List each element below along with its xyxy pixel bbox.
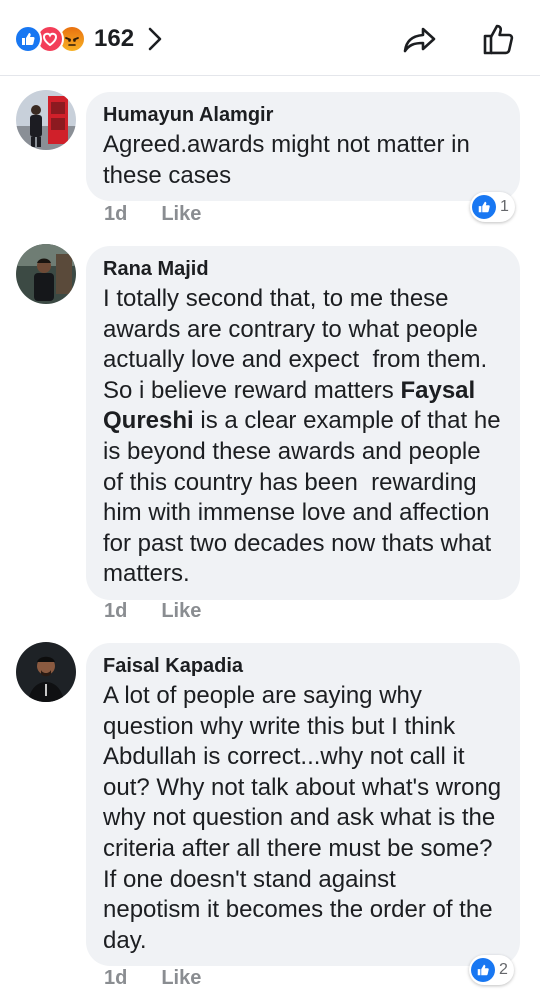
comment-line: him with immense love and affection (103, 499, 490, 527)
mentioned-name[interactable]: Faysal (400, 377, 475, 404)
comment-meta: 1d Like (104, 203, 201, 226)
comment-line: question why write this but I think (103, 712, 456, 740)
comment-meta: 1d Like (104, 600, 201, 623)
post-action-bar: 162 (0, 0, 540, 76)
comment-like-link[interactable]: Like (161, 967, 201, 990)
comment-time[interactable]: 1d (104, 967, 127, 990)
chevron-right-icon (148, 24, 166, 54)
share-button[interactable] (400, 20, 440, 60)
share-icon (403, 27, 436, 53)
comment-text: I totally second that, to me these award… (103, 284, 504, 590)
comment-line: So i believe reward matters Faysal (103, 376, 504, 407)
comment-reaction-badge[interactable]: 1 (470, 192, 515, 222)
comment-line: If one doesn't stand against (103, 865, 396, 893)
avatar[interactable] (16, 642, 76, 702)
comment-author[interactable]: Faisal Kapadia (103, 653, 504, 679)
comment-line: nepotism it becomes the order of the (103, 896, 493, 924)
comment-line: Agreed.awards might not matter in (103, 131, 470, 158)
comment-reaction-badge[interactable]: 2 (469, 955, 514, 985)
comment-bubble: Humayun Alamgir Agreed.awards might not … (86, 92, 520, 202)
mentioned-name[interactable]: Qureshi (103, 407, 194, 434)
avatar[interactable] (16, 244, 76, 304)
comment-reaction-count: 1 (500, 198, 509, 215)
comment-like-link[interactable]: Like (161, 203, 201, 226)
comment-like-link[interactable]: Like (161, 600, 201, 623)
comment-line: actually love and expect from them. (103, 346, 488, 374)
comment-line: I totally second that, to me these (103, 285, 449, 312)
comment-text: Agreed.awards might not matter in these … (103, 130, 504, 191)
like-icon (472, 195, 496, 219)
comment-bubble: Rana Majid I totally second that, to me … (86, 246, 520, 600)
comment-line: Qureshi is a clear example of that he (103, 406, 504, 437)
avatar[interactable] (16, 90, 76, 150)
comment-line: of this country has been rewarding (103, 468, 477, 496)
reaction-count: 162 (94, 25, 135, 52)
comment-line: A lot of people are saying why (103, 682, 422, 709)
comment-line: these cases (103, 161, 232, 189)
comment-line: Abdullah is correct...why not call it (103, 743, 465, 771)
comment-text-span: So i believe reward matters (103, 376, 401, 404)
comment-text-span: is a clear example of that he (193, 407, 501, 435)
like-button[interactable] (478, 18, 520, 60)
comment-bubble: Faisal Kapadia A lot of people are sayin… (86, 643, 520, 967)
comment-line: matters. (103, 560, 190, 588)
like-reaction-icon (14, 25, 42, 53)
like-icon (471, 958, 495, 982)
comment-line: criteria after all there must be some? (103, 834, 493, 862)
comment-text: A lot of people are saying why question … (103, 681, 504, 956)
thumbs-up-icon (483, 24, 514, 55)
comment-line: awards are contrary to what people (103, 315, 478, 343)
comment-line: why not question and ask what is the (103, 804, 496, 832)
comment-author[interactable]: Rana Majid (103, 256, 504, 282)
comment-line: day. (103, 926, 147, 954)
comment-line: for past two decades now thats what (103, 529, 492, 557)
comment-line: is beyond these awards and people (103, 437, 481, 465)
comment-author[interactable]: Humayun Alamgir (103, 102, 504, 128)
comment-meta: 1d Like (104, 967, 201, 990)
comment-reaction-count: 2 (499, 961, 508, 978)
comment-time[interactable]: 1d (104, 600, 127, 623)
reaction-summary[interactable]: 162 (14, 24, 166, 54)
comment-line: out? Why not talk about what's wrong (103, 773, 502, 801)
comment-time[interactable]: 1d (104, 203, 127, 226)
